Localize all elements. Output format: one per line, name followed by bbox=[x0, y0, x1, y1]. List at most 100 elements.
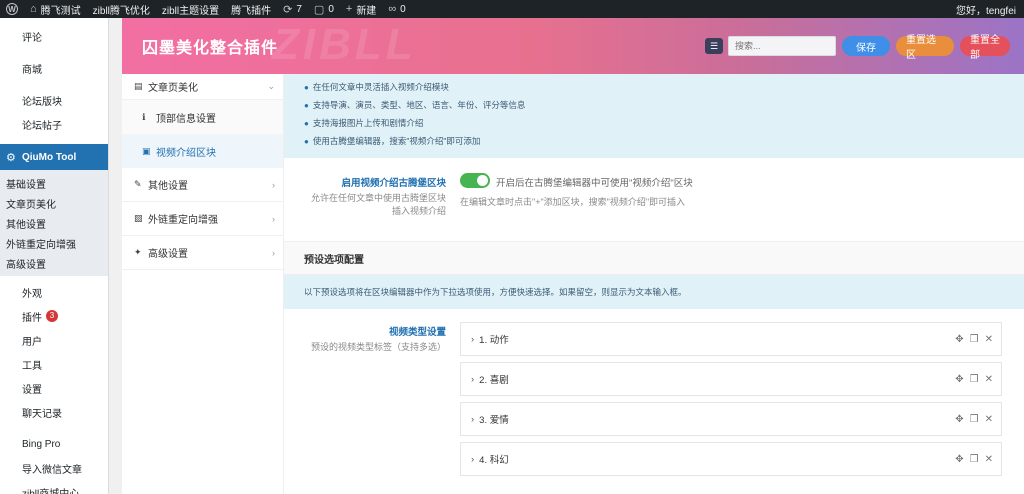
repeater-item[interactable]: › 3. 爱情 ✥ ❐ ✕ bbox=[460, 402, 1002, 436]
image-icon: ▨ bbox=[134, 213, 143, 223]
tab-label: 文章页美化 bbox=[148, 83, 198, 94]
move-icon[interactable]: ✥ bbox=[955, 374, 963, 385]
adminbar-link-optimize[interactable]: zibll腾飞优化 bbox=[87, 0, 156, 18]
enable-toggle[interactable] bbox=[460, 173, 490, 188]
menu-item-appearance[interactable]: 外观 bbox=[0, 280, 108, 304]
menu-label: 用户 bbox=[22, 336, 42, 348]
move-icon[interactable]: ✥ bbox=[955, 414, 963, 425]
site-name-link[interactable]: ⌂ 腾飞测试 bbox=[24, 0, 87, 18]
repeater-item-label: 4. 科幻 bbox=[479, 455, 509, 466]
toggle-text: 开启后在古腾堡编辑器中可使用"视频介绍"区块 bbox=[496, 178, 693, 189]
notice-text: 支持海报图片上传和剧情介绍 bbox=[312, 118, 424, 128]
preset-info: 以下预设选项将在区块编辑器中作为下拉选项使用，方便快速选择。如果留空，则显示为文… bbox=[284, 275, 1024, 309]
info-icon: ● bbox=[304, 136, 309, 146]
plugins-update-badge: 3 bbox=[46, 310, 58, 322]
repeater-item-label: 1. 动作 bbox=[479, 335, 509, 346]
menu-item-wechat-import[interactable]: 导入微信文章 bbox=[0, 456, 108, 480]
video-icon: ▣ bbox=[142, 145, 151, 156]
tab-label: 高级设置 bbox=[148, 249, 188, 260]
submenu-item-basic[interactable]: 基础设置 bbox=[0, 173, 108, 193]
brush-icon: ✎ bbox=[134, 179, 142, 189]
tab-other[interactable]: ✎ 其他设置 › bbox=[122, 168, 283, 202]
chevron-down-icon: ⌄ bbox=[267, 81, 275, 91]
list-icon[interactable]: ☰ bbox=[705, 38, 723, 54]
field-desc: 允许在任何文章中使用古腾堡区块插入视频介绍 bbox=[310, 193, 446, 216]
menu-item-users[interactable]: 用户 bbox=[0, 328, 108, 352]
gear-icon: ⚙ bbox=[6, 151, 16, 164]
submenu-item-article[interactable]: 文章页美化 bbox=[0, 193, 108, 213]
comments-link[interactable]: ▢ 0 bbox=[308, 0, 340, 18]
tab-redirect[interactable]: ▨ 外链重定向增强 › bbox=[122, 202, 283, 236]
reset-all-button[interactable]: 重置全部 bbox=[960, 35, 1010, 61]
menu-item-bing-pro[interactable]: Bing Pro bbox=[0, 432, 108, 456]
notice-item: ● 在任何文章中灵活插入视频介绍模块 bbox=[304, 78, 1024, 96]
tab-top-info[interactable]: ℹ 顶部信息设置 bbox=[122, 100, 283, 134]
submenu-item-other[interactable]: 其他设置 bbox=[0, 213, 108, 233]
updates-icon: ⟳ bbox=[283, 3, 293, 16]
menu-item-zibll-shop[interactable]: zibll商城中心 bbox=[0, 480, 108, 494]
repeater-item[interactable]: › 2. 喜剧 ✥ ❐ ✕ bbox=[460, 362, 1002, 396]
video-type-repeater: › 1. 动作 ✥ ❐ ✕ › 2. 喜剧 ✥ ❐ ✕ › 3. 爱情 ✥ ❐ ✕ › 4. 科幻 ✥ ❐ ✕ bbox=[460, 322, 1002, 482]
user-greeting[interactable]: 您好，tengfei bbox=[950, 0, 1024, 18]
submenu-item-advanced[interactable]: 高级设置 bbox=[0, 253, 108, 273]
close-icon[interactable]: ✕ bbox=[985, 374, 993, 385]
copy-icon[interactable]: ❐ bbox=[970, 334, 979, 345]
links-link[interactable]: ∞ 0 bbox=[382, 0, 411, 18]
menu-label: 论坛帖子 bbox=[22, 120, 62, 132]
repeater-item[interactable]: › 4. 科幻 ✥ ❐ ✕ bbox=[460, 442, 1002, 476]
menu-item-tools[interactable]: 工具 bbox=[0, 352, 108, 376]
move-icon[interactable]: ✥ bbox=[955, 454, 963, 465]
plugin-panel: ZIBLL 囚墨美化整合插件 ☰ 保存 重置选区 重置全部 ▤ 文章页美化 ⌄ ℹ顶… bbox=[122, 18, 1024, 494]
close-icon[interactable]: ✕ bbox=[985, 334, 993, 345]
chevron-right-icon: › bbox=[471, 413, 475, 425]
new-content-link[interactable]: + 新建 bbox=[340, 0, 382, 18]
adminbar-link-theme-settings[interactable]: zibll主题设置 bbox=[156, 0, 225, 18]
field-title: 启用视频介绍古腾堡区块 bbox=[341, 178, 446, 189]
tab-article[interactable]: ▤ 文章页美化 ⌄ bbox=[122, 74, 283, 100]
menu-label: Bing Pro bbox=[22, 438, 61, 450]
menu-item-forum-boards[interactable]: 论坛版块 bbox=[0, 88, 108, 112]
field-title: 视频类型设置 bbox=[388, 327, 446, 338]
copy-icon[interactable]: ❐ bbox=[970, 414, 979, 425]
repeater-item[interactable]: › 1. 动作 ✥ ❐ ✕ bbox=[460, 322, 1002, 356]
tab-advanced[interactable]: ✦ 高级设置 › bbox=[122, 236, 283, 270]
repeater-item-label: 3. 爱情 bbox=[479, 415, 509, 426]
menu-item-qiumo-tool[interactable]: ⚙ QiuMo Tool bbox=[0, 144, 108, 170]
site-name: 腾飞测试 bbox=[40, 5, 81, 17]
wordpress-logo[interactable]: W bbox=[0, 0, 24, 18]
updates-link[interactable]: ⟳ 7 bbox=[277, 0, 308, 18]
home-icon: ⌂ bbox=[30, 3, 37, 15]
menu-label: 聊天记录 bbox=[22, 408, 62, 420]
copy-icon[interactable]: ❐ bbox=[970, 454, 979, 465]
comment-icon: ▢ bbox=[313, 3, 325, 16]
save-button[interactable]: 保存 bbox=[842, 36, 890, 56]
menu-item-chat-log[interactable]: 聊天记录 bbox=[0, 400, 108, 424]
move-icon[interactable]: ✥ bbox=[955, 334, 963, 345]
wrench-icon: ✦ bbox=[134, 247, 142, 257]
close-icon[interactable]: ✕ bbox=[985, 454, 993, 465]
admin-menu: 评论 商城 论坛版块 论坛帖子 ⚙ QiuMo Tool 基础设置 文章页美化 其… bbox=[0, 18, 109, 494]
menu-item-shop[interactable]: 商城 bbox=[0, 56, 108, 80]
search-input[interactable] bbox=[728, 36, 836, 56]
close-icon[interactable]: ✕ bbox=[985, 414, 993, 425]
menu-label: 设置 bbox=[22, 384, 42, 396]
tab-video-block[interactable]: ▣ 视频介绍区块 bbox=[122, 134, 283, 168]
menu-item-forum-posts[interactable]: 论坛帖子 bbox=[0, 112, 108, 136]
new-label: 新建 bbox=[356, 5, 377, 17]
info-icon: ● bbox=[304, 118, 309, 128]
menu-label: zibll商城中心 bbox=[22, 488, 80, 494]
tab-label: 外链重定向增强 bbox=[148, 215, 218, 226]
preset-section-title: 预设选项配置 bbox=[284, 241, 1024, 275]
menu-item-settings[interactable]: 设置 bbox=[0, 376, 108, 400]
wordpress-icon: W bbox=[6, 3, 18, 15]
menu-label: 导入微信文章 bbox=[22, 464, 82, 476]
menu-item-plugins[interactable]: 插件 3 bbox=[0, 304, 108, 328]
chevron-right-icon: › bbox=[471, 333, 475, 345]
qiumo-submenu: 基础设置 文章页美化 其他设置 外链重定向增强 高级设置 bbox=[0, 170, 108, 276]
copy-icon[interactable]: ❐ bbox=[970, 374, 979, 385]
reset-section-button[interactable]: 重置选区 bbox=[896, 35, 954, 61]
adminbar-link-plugin[interactable]: 腾飞插件 bbox=[225, 0, 277, 18]
comments-count: 0 bbox=[328, 3, 334, 15]
menu-item-comments[interactable]: 评论 bbox=[0, 24, 108, 48]
submenu-item-redirect[interactable]: 外链重定向增强 bbox=[0, 233, 108, 253]
